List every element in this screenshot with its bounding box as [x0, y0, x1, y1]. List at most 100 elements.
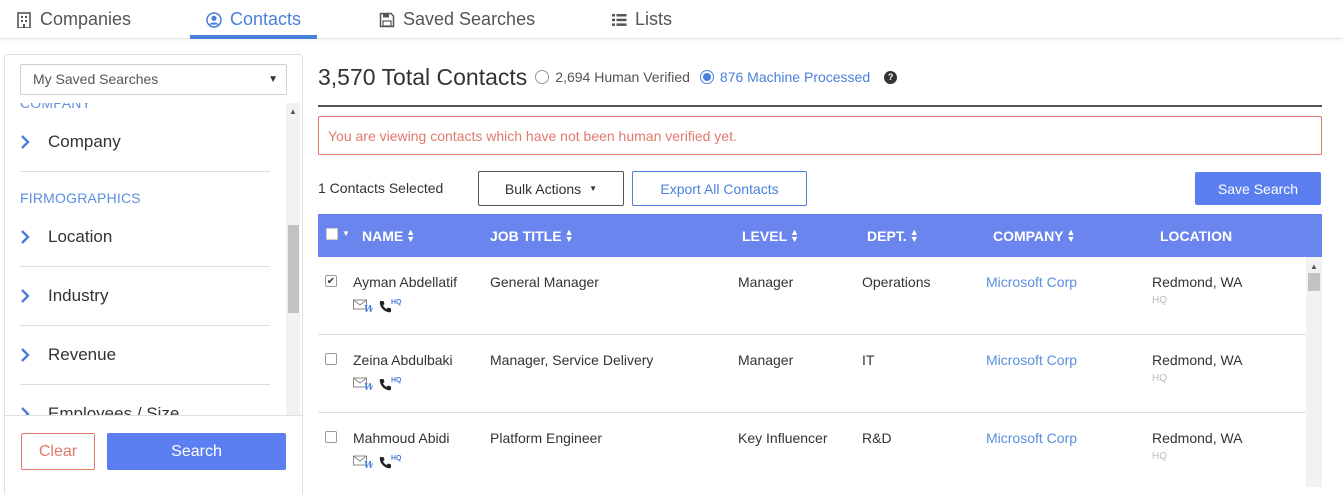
filter-item-revenue[interactable]: Revenue: [20, 326, 270, 385]
select-menu-caret-icon[interactable]: ▼: [342, 229, 350, 238]
sort-icon: ▲ ▼: [909, 226, 919, 244]
section-company-heading: COMPANY: [20, 103, 92, 111]
company-link[interactable]: Microsoft Corp: [986, 274, 1077, 290]
chevron-right-icon: [21, 289, 30, 303]
table-header: ▼ NAME ▲ ▼ JOB TITLE ▲ ▼ LEVEL ▲ ▼ DEPT. ▲ ▼…: [318, 214, 1322, 257]
contact-name[interactable]: Ayman Abdellatif: [353, 274, 457, 290]
selected-count: 1 Contacts Selected: [318, 180, 444, 196]
job-title: General Manager: [490, 274, 599, 290]
table-row[interactable]: Zeina Abdulbaki Manager, Service Deliver…: [318, 335, 1306, 413]
column-header-dept[interactable]: DEPT. ▲ ▼: [867, 214, 919, 257]
tab-label: Companies: [40, 9, 132, 29]
phone-hq-badge: HQ: [391, 454, 402, 462]
filter-item-industry[interactable]: Industry: [20, 267, 270, 326]
contacts-main: 3,570 Total Contacts 2,694 Human Verifie…: [318, 54, 1322, 487]
building-icon: [17, 11, 31, 28]
chevron-down-icon: ▼: [268, 74, 278, 85]
export-all-contacts-button[interactable]: Export All Contacts: [632, 171, 807, 206]
sort-icon: ▲ ▼: [1066, 226, 1076, 244]
sort-icon: ▲ ▼: [790, 226, 800, 244]
column-header-label: LOCATION: [1160, 227, 1233, 244]
hq-label: HQ: [1152, 451, 1167, 462]
user-circle-icon: [206, 11, 222, 28]
search-button[interactable]: Search: [107, 433, 286, 470]
svg-text:W: W: [364, 461, 373, 469]
location: Redmond, WA: [1152, 430, 1243, 446]
row-checkbox[interactable]: ✔: [325, 275, 337, 287]
email-work-icon[interactable]: W: [353, 377, 373, 391]
phone-icon[interactable]: [379, 456, 391, 469]
tab-contacts[interactable]: Contacts: [189, 0, 318, 39]
chevron-right-icon: [21, 348, 30, 362]
clear-button[interactable]: Clear: [21, 433, 95, 470]
dept: Operations: [862, 274, 931, 290]
unverified-alert: You are viewing contacts which have not …: [318, 116, 1322, 155]
phone-hq-badge: HQ: [391, 298, 402, 306]
column-header-label: DEPT.: [867, 227, 907, 244]
bulk-actions-button[interactable]: Bulk Actions ▼: [478, 171, 624, 206]
table-row[interactable]: Mahmoud Abidi Platform Engineer Key Infl…: [318, 413, 1306, 487]
hq-label: HQ: [1152, 295, 1167, 306]
total-contacts: 3,570 Total Contacts: [318, 63, 528, 90]
filter-item-label: Revenue: [48, 345, 117, 364]
tab-label: Lists: [635, 9, 673, 29]
filter-item-location[interactable]: Location: [20, 208, 270, 267]
phone-icon[interactable]: [379, 300, 391, 313]
table-scrollbar[interactable]: ▲: [1306, 257, 1322, 487]
section-firmographics-heading: FIRMOGRAPHICS: [20, 190, 141, 206]
row-checkbox[interactable]: [325, 431, 337, 443]
tab-lists[interactable]: Lists: [611, 0, 672, 39]
filter-item-label: Location: [48, 227, 113, 246]
filter-item-label: Industry: [48, 286, 109, 305]
phone-hq-badge: HQ: [391, 376, 402, 384]
help-icon[interactable]: ?: [884, 70, 898, 84]
column-header-label: JOB TITLE: [490, 227, 562, 244]
sidebar-scrollbar[interactable]: ▲: [286, 103, 300, 415]
save-search-button[interactable]: Save Search: [1195, 172, 1321, 205]
phone-icon[interactable]: [379, 378, 391, 391]
saved-searches-select[interactable]: My Saved Searches ▼: [20, 64, 287, 95]
list-icon: [612, 13, 627, 26]
job-title: Manager, Service Delivery: [490, 352, 654, 368]
column-header-label: LEVEL: [742, 227, 788, 244]
table-scrollbar-thumb[interactable]: [1308, 273, 1320, 291]
column-header-job-title[interactable]: JOB TITLE ▲ ▼: [490, 214, 573, 257]
column-header-location[interactable]: LOCATION: [1160, 214, 1232, 257]
row-checkbox[interactable]: [325, 353, 337, 365]
filter-sidebar: My Saved Searches ▼ COMPANY Company FIRM…: [4, 54, 303, 495]
scroll-up-arrow-icon[interactable]: ▲: [289, 107, 297, 116]
column-header-level[interactable]: LEVEL ▲ ▼: [742, 214, 799, 257]
human-verified-label[interactable]: 2,694 Human Verified: [555, 69, 690, 85]
filter-item-employees-size[interactable]: Employees / Size: [20, 385, 270, 415]
scroll-up-arrow-icon[interactable]: ▲: [1310, 262, 1318, 271]
location: Redmond, WA: [1152, 352, 1243, 368]
contact-icons: W HQ: [353, 299, 402, 313]
column-header-name[interactable]: NAME ▲ ▼: [362, 214, 415, 257]
chevron-right-icon: [21, 135, 30, 149]
table-row[interactable]: ✔ Ayman Abdellatif General Manager Manag…: [318, 257, 1306, 335]
tab-saved-searches[interactable]: Saved Searches: [379, 0, 535, 39]
company-link[interactable]: Microsoft Corp: [986, 430, 1077, 446]
tab-label: Saved Searches: [403, 9, 536, 29]
chevron-right-icon: [21, 230, 30, 244]
column-header-label: COMPANY: [993, 227, 1064, 244]
location: Redmond, WA: [1152, 274, 1243, 290]
sidebar-footer: Clear Search: [5, 415, 302, 495]
column-header-company[interactable]: COMPANY ▲ ▼: [993, 214, 1075, 257]
contact-name[interactable]: Zeina Abdulbaki: [353, 352, 453, 368]
sort-icon: ▲ ▼: [564, 226, 574, 244]
tab-companies[interactable]: Companies: [16, 0, 131, 39]
sidebar-scrollbar-thumb[interactable]: [288, 225, 299, 313]
caret-down-icon: ▼: [589, 184, 598, 193]
machine-processed-radio[interactable]: [699, 70, 714, 84]
saved-searches-select-value: My Saved Searches: [33, 71, 159, 87]
contact-name[interactable]: Mahmoud Abidi: [353, 430, 450, 446]
select-all-checkbox[interactable]: [326, 228, 338, 240]
email-work-icon[interactable]: W: [353, 455, 373, 469]
email-work-icon[interactable]: W: [353, 299, 373, 313]
tab-label: Contacts: [230, 9, 302, 29]
filter-item-company[interactable]: Company: [20, 113, 270, 172]
machine-processed-label[interactable]: 876 Machine Processed: [720, 69, 870, 85]
company-link[interactable]: Microsoft Corp: [986, 352, 1077, 368]
human-verified-radio[interactable]: [535, 70, 550, 84]
